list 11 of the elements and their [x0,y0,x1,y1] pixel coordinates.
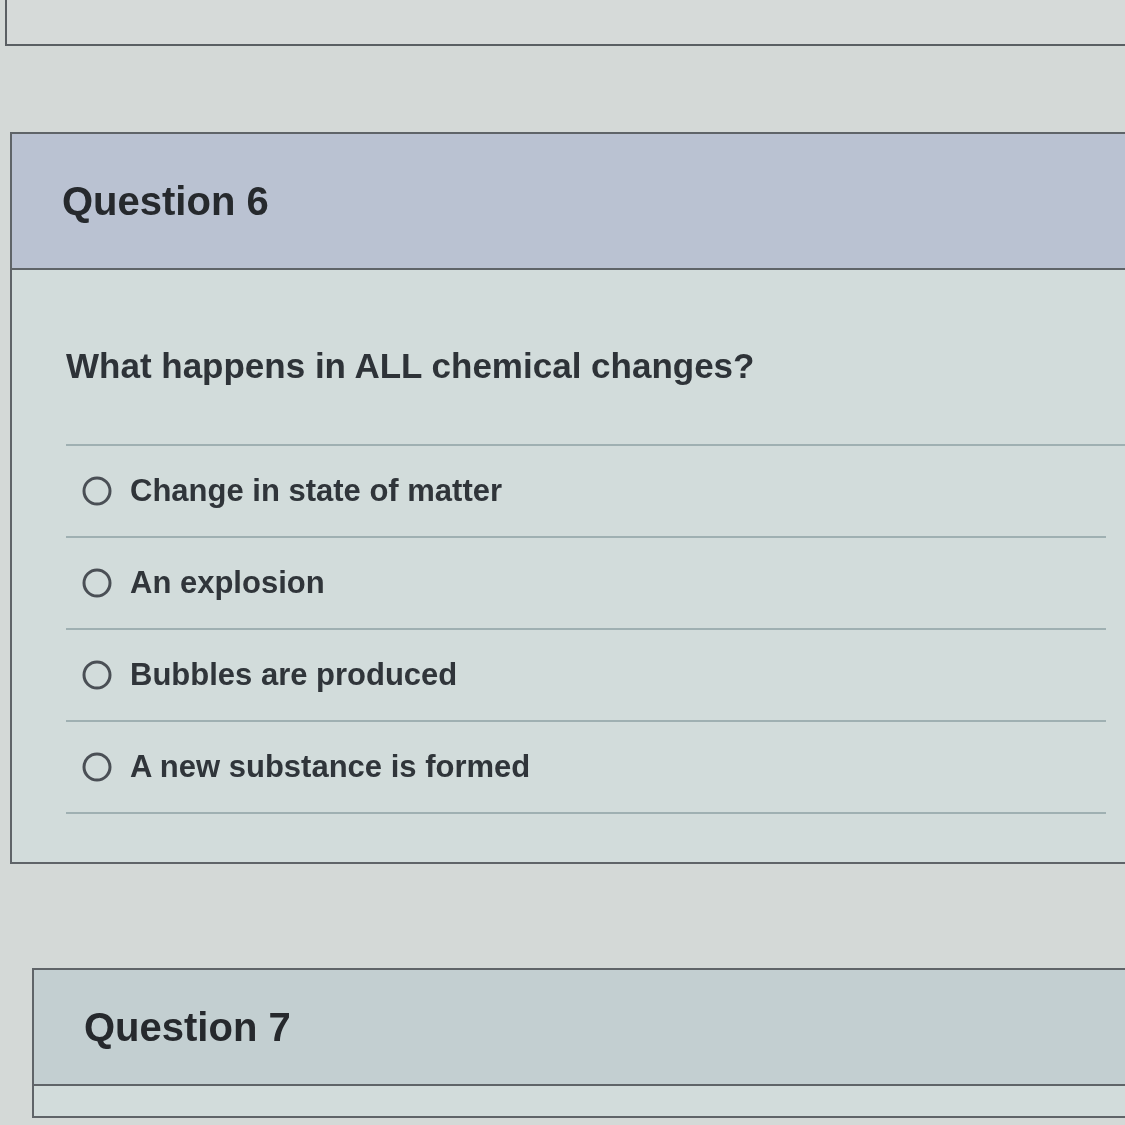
question-title: Question 7 [84,1004,291,1050]
question-title: Question 6 [62,178,269,224]
radio-button-icon[interactable] [82,476,112,506]
radio-button-icon[interactable] [82,752,112,782]
answer-option[interactable]: Bubbles are produced [66,630,1106,722]
question-text: What happens in ALL chemical changes? [66,346,756,386]
answer-option[interactable]: A new substance is formed [66,722,1106,814]
radio-button-icon[interactable] [82,568,112,598]
radio-button-icon[interactable] [82,660,112,690]
answer-option[interactable]: Change in state of matter [66,446,1106,538]
answer-option[interactable]: An explosion [66,538,1106,630]
